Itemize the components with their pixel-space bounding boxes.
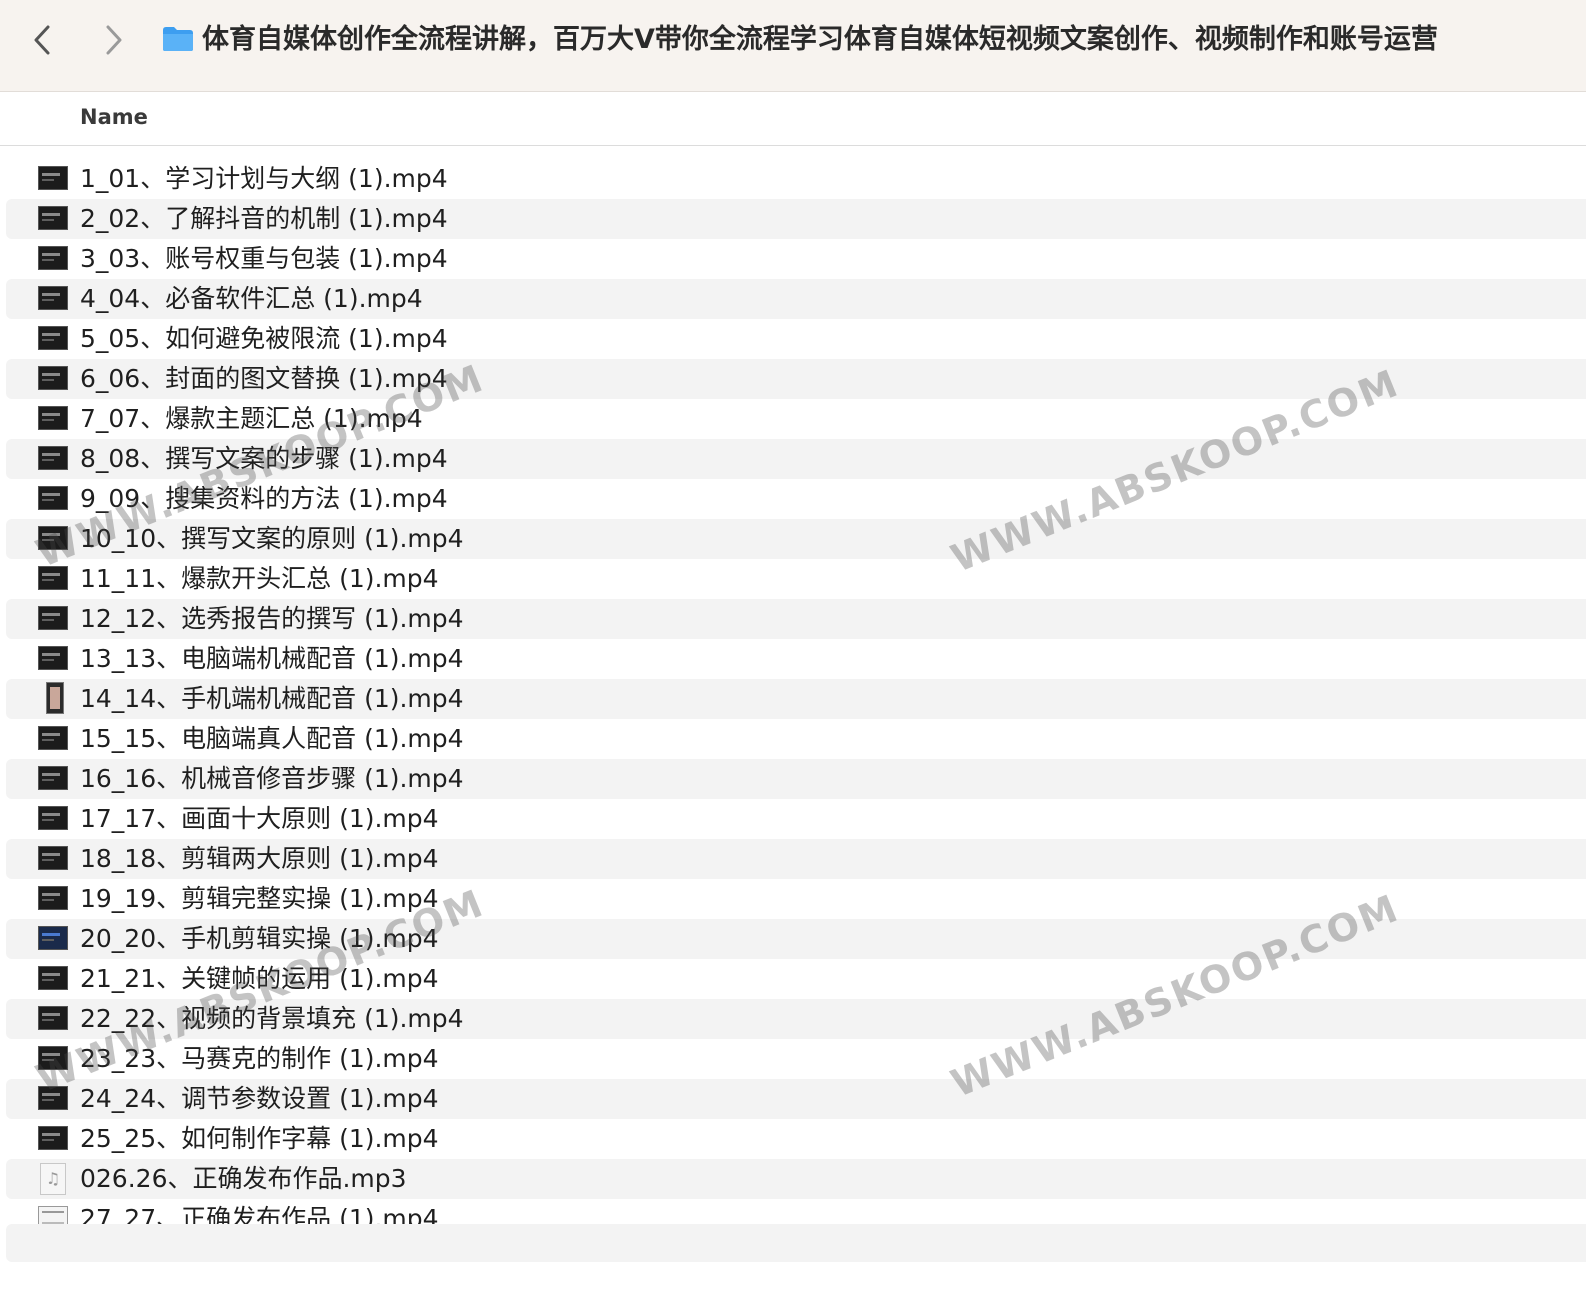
video-thumbnail-icon [38,766,68,790]
file-name: 17_17、画面十大原则 (1).mp4 [80,804,439,833]
file-name: 19_19、剪辑完整实操 (1).mp4 [80,884,439,913]
file-row[interactable]: 22_22、视频的背景填充 (1).mp4 [6,999,1586,1039]
file-row[interactable]: 17_17、画面十大原则 (1).mp4 [6,799,1586,839]
video-thumbnail-icon [38,486,68,510]
video-thumbnail-icon [38,366,68,390]
file-name: 23_23、马赛克的制作 (1).mp4 [80,1044,439,1073]
file-name: 1_01、学习计划与大纲 (1).mp4 [80,164,448,193]
video-thumbnail-icon [38,966,68,990]
file-row[interactable]: 13_13、电脑端机械配音 (1).mp4 [6,639,1586,679]
file-name: 22_22、视频的背景填充 (1).mp4 [80,1004,464,1033]
video-thumbnail-icon [38,846,68,870]
file-row[interactable]: 12_12、选秀报告的撰写 (1).mp4 [6,599,1586,639]
file-name: 15_15、电脑端真人配音 (1).mp4 [80,724,464,753]
video-thumbnail-icon [38,326,68,350]
file-row[interactable]: 9_09、搜集资料的方法 (1).mp4 [6,479,1586,519]
file-row[interactable]: 8_08、撰写文案的步骤 (1).mp4 [6,439,1586,479]
file-name: 21_21、关键帧的运用 (1).mp4 [80,964,439,993]
file-name: 5_05、如何避免被限流 (1).mp4 [80,324,448,353]
file-row[interactable]: 23_23、马赛克的制作 (1).mp4 [6,1039,1586,1079]
back-button[interactable] [24,18,60,62]
music-note-icon: ♫ [45,1169,61,1188]
file-name: 8_08、撰写文案的步骤 (1).mp4 [80,444,448,473]
file-name: 14_14、手机端机械配音 (1).mp4 [80,684,464,713]
file-name: 6_06、封面的图文替换 (1).mp4 [80,364,448,393]
name-column-header[interactable]: Name [80,92,148,145]
file-row[interactable]: 20_20、手机剪辑实操 (1).mp4 [6,919,1586,959]
file-name: 13_13、电脑端机械配音 (1).mp4 [80,644,464,673]
video-thumbnail-icon [38,886,68,910]
video-thumbnail-icon [38,446,68,470]
video-thumbnail-icon [38,726,68,750]
file-row[interactable]: 7_07、爆款主题汇总 (1).mp4 [6,399,1586,439]
file-row[interactable]: 10_10、撰写文案的原则 (1).mp4 [6,519,1586,559]
file-row[interactable]: 15_15、电脑端真人配音 (1).mp4 [6,719,1586,759]
file-name: 3_03、账号权重与包装 (1).mp4 [80,244,448,273]
file-name: 18_18、剪辑两大原则 (1).mp4 [80,844,439,873]
file-row[interactable]: 3_03、账号权重与包装 (1).mp4 [6,239,1586,279]
video-thumbnail-icon [38,406,68,430]
file-name: 16_16、机械音修音步骤 (1).mp4 [80,764,464,793]
file-row[interactable]: 14_14、手机端机械配音 (1).mp4 [6,679,1586,719]
chevron-left-icon [34,25,50,55]
video-thumbnail-icon [46,682,64,714]
folder-icon [163,27,193,51]
video-thumbnail-icon [38,286,68,310]
file-name: 12_12、选秀报告的撰写 (1).mp4 [80,604,464,633]
file-name: 10_10、撰写文案的原则 (1).mp4 [80,524,464,553]
list-header: Name [0,92,1586,146]
video-thumbnail-icon [38,206,68,230]
file-row[interactable]: 18_18、剪辑两大原则 (1).mp4 [6,839,1586,879]
video-thumbnail-icon [38,1006,68,1030]
video-thumbnail-icon [38,606,68,630]
forward-button[interactable] [96,18,132,62]
video-thumbnail-icon [38,926,68,950]
file-name: 4_04、必备软件汇总 (1).mp4 [80,284,423,313]
file-name: 2_02、了解抖音的机制 (1).mp4 [80,204,448,233]
file-row[interactable]: ♫ 026.26、正确发布作品.mp3 [6,1159,1586,1199]
file-list: 1_01、学习计划与大纲 (1).mp4 2_02、了解抖音的机制 (1).mp4… [0,159,1586,1239]
file-name: 7_07、爆款主题汇总 (1).mp4 [80,404,423,433]
finder-toolbar: 体育自媒体创作全流程讲解，百万大V带你全流程学习体育自媒体短视频文案创作、视频制… [0,0,1586,92]
video-thumbnail-icon [38,1086,68,1110]
video-thumbnail-icon [38,166,68,190]
audio-file-icon: ♫ [40,1163,66,1195]
file-row[interactable]: 11_11、爆款开头汇总 (1).mp4 [6,559,1586,599]
file-row[interactable]: 5_05、如何避免被限流 (1).mp4 [6,319,1586,359]
file-name: 11_11、爆款开头汇总 (1).mp4 [80,564,439,593]
video-thumbnail-icon [38,1046,68,1070]
file-name: 25_25、如何制作字幕 (1).mp4 [80,1124,439,1153]
file-row[interactable]: 1_01、学习计划与大纲 (1).mp4 [6,159,1586,199]
file-row[interactable]: 21_21、关键帧的运用 (1).mp4 [6,959,1586,999]
video-thumbnail-icon [38,246,68,270]
video-thumbnail-icon [38,646,68,670]
file-row[interactable]: 4_04、必备软件汇总 (1).mp4 [6,279,1586,319]
file-row[interactable]: 19_19、剪辑完整实操 (1).mp4 [6,879,1586,919]
file-row[interactable]: 24_24、调节参数设置 (1).mp4 [6,1079,1586,1119]
file-row[interactable]: 2_02、了解抖音的机制 (1).mp4 [6,199,1586,239]
file-row[interactable]: 25_25、如何制作字幕 (1).mp4 [6,1119,1586,1159]
file-name: 9_09、搜集资料的方法 (1).mp4 [80,484,448,513]
video-thumbnail-icon [38,526,68,550]
video-thumbnail-icon [38,566,68,590]
file-name: 026.26、正确发布作品.mp3 [80,1164,407,1193]
file-name: 24_24、调节参数设置 (1).mp4 [80,1084,439,1113]
empty-list-row [6,1224,1586,1262]
window-title: 体育自媒体创作全流程讲解，百万大V带你全流程学习体育自媒体短视频文案创作、视频制… [202,24,1438,55]
chevron-right-icon [106,25,122,55]
file-row[interactable]: 16_16、机械音修音步骤 (1).mp4 [6,759,1586,799]
video-thumbnail-icon [38,806,68,830]
file-row[interactable]: 6_06、封面的图文替换 (1).mp4 [6,359,1586,399]
video-thumbnail-icon [38,1126,68,1150]
file-name: 20_20、手机剪辑实操 (1).mp4 [80,924,439,953]
